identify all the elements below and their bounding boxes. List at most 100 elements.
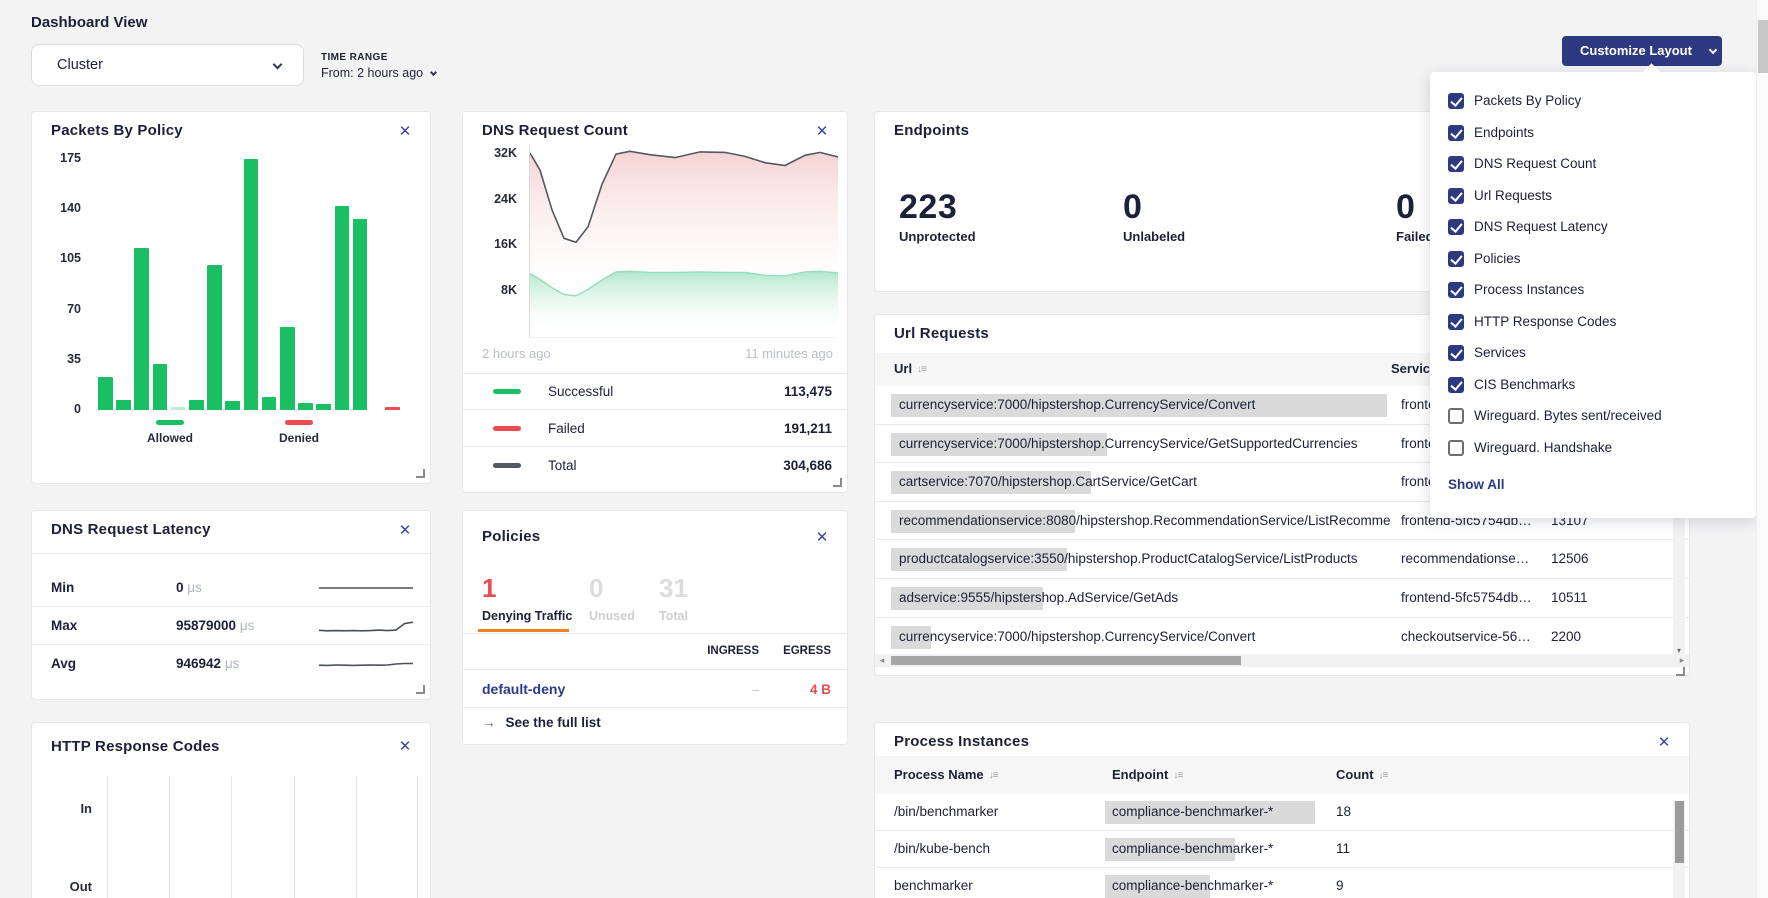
unused-count: 0 xyxy=(589,573,603,604)
checkbox-unchecked-icon[interactable] xyxy=(1448,408,1464,424)
row-label-out: Out xyxy=(52,879,92,894)
menu-item-process-instances[interactable]: Process Instances xyxy=(1430,275,1756,307)
checkbox-checked-icon[interactable] xyxy=(1448,314,1464,330)
close-icon[interactable] xyxy=(396,123,414,141)
url-cell: recommendationservice:8080/hipstershop.R… xyxy=(899,513,1391,528)
column-header-process-name[interactable]: Process Name xyxy=(894,767,997,782)
service-cell: recommendationse… xyxy=(1401,551,1529,566)
row-label-in: In xyxy=(52,801,92,816)
latency-value: 95879000 μs xyxy=(176,618,254,633)
card-title: HTTP Response Codes xyxy=(51,738,220,755)
legend-value: 304,686 xyxy=(783,458,832,473)
legend-row: Failed191,211 xyxy=(463,410,847,447)
customize-layout-button[interactable]: Customize Layout xyxy=(1562,36,1722,66)
scrollbar-thumb[interactable] xyxy=(1675,801,1684,863)
bar xyxy=(207,265,222,410)
scroll-left-icon[interactable]: ◂ xyxy=(875,654,889,667)
endpoint-cell: compliance-benchmarker-* xyxy=(1112,878,1273,893)
menu-item-label: Wireguard. Bytes sent/received xyxy=(1474,408,1662,423)
menu-item-packets-by-policy[interactable]: Packets By Policy xyxy=(1430,86,1756,118)
checkbox-checked-icon[interactable] xyxy=(1448,251,1464,267)
close-icon[interactable] xyxy=(396,522,414,540)
checkbox-checked-icon[interactable] xyxy=(1448,377,1464,393)
table-row[interactable]: /bin/kube-benchcompliance-benchmarker-*1… xyxy=(875,831,1689,868)
resize-grip[interactable] xyxy=(416,685,425,694)
checkbox-checked-icon[interactable] xyxy=(1448,282,1464,298)
resize-grip[interactable] xyxy=(833,478,842,487)
view-selector-dropdown[interactable]: Cluster xyxy=(31,44,304,86)
bar xyxy=(353,219,368,410)
process-instances-card: Process Instances Process Name Endpoint … xyxy=(874,722,1690,898)
endpoint-cell: compliance-benchmarker-* xyxy=(1112,804,1273,819)
resize-grip[interactable] xyxy=(1676,667,1685,676)
stat-unprotected: 223 Unprotected xyxy=(899,188,976,244)
scrollbar-thumb[interactable] xyxy=(1758,20,1768,73)
policy-link-default-deny[interactable]: default-deny xyxy=(482,681,565,697)
column-header-ingress: INGRESS xyxy=(689,645,759,657)
time-range-value[interactable]: From: 2 hours ago xyxy=(321,66,436,80)
resize-grip[interactable] xyxy=(416,469,425,478)
scroll-right-icon[interactable]: ▸ xyxy=(1675,654,1689,667)
close-icon[interactable] xyxy=(396,738,414,756)
latency-label: Min xyxy=(51,580,74,595)
bar xyxy=(385,407,400,410)
checkbox-checked-icon[interactable] xyxy=(1448,125,1464,141)
total-count: 31 xyxy=(659,573,688,604)
page-scrollbar[interactable] xyxy=(1756,0,1768,898)
checkbox-unchecked-icon[interactable] xyxy=(1448,440,1464,456)
checkbox-checked-icon[interactable] xyxy=(1448,345,1464,361)
time-range-label: TIME RANGE xyxy=(321,52,388,63)
column-header-url[interactable]: Url xyxy=(894,361,926,376)
count-cell: 11 xyxy=(1336,841,1350,856)
menu-item-dns-request-latency[interactable]: DNS Request Latency xyxy=(1430,212,1756,244)
menu-item-http-response-codes[interactable]: HTTP Response Codes xyxy=(1430,307,1756,339)
scrollbar-thumb[interactable] xyxy=(891,656,1241,665)
menu-item-endpoints[interactable]: Endpoints xyxy=(1430,118,1756,150)
checkbox-checked-icon[interactable] xyxy=(1448,188,1464,204)
latency-value: 0 μs xyxy=(176,580,202,595)
table-row[interactable]: currencyservice:7000/hipstershop.Currenc… xyxy=(875,618,1689,657)
tab-denying-traffic[interactable]: Denying Traffic xyxy=(482,609,572,623)
y-tick: 175 xyxy=(47,151,81,165)
menu-item-services[interactable]: Services xyxy=(1430,338,1756,370)
bar xyxy=(134,248,149,410)
see-full-list-link[interactable]: See the full list xyxy=(482,715,601,730)
http-response-codes-card: HTTP Response Codes In Out xyxy=(31,722,431,898)
close-icon[interactable] xyxy=(813,529,831,547)
menu-item-url-requests[interactable]: Url Requests xyxy=(1430,181,1756,213)
bar xyxy=(316,404,331,410)
menu-item-dns-request-count[interactable]: DNS Request Count xyxy=(1430,149,1756,181)
y-tick: 35 xyxy=(47,352,81,366)
latency-value: 946942 μs xyxy=(176,656,239,671)
menu-item-wireguard-handshake[interactable]: Wireguard. Handshake xyxy=(1430,433,1756,465)
bar xyxy=(262,397,277,410)
sort-icon xyxy=(1173,770,1182,781)
column-header-endpoint[interactable]: Endpoint xyxy=(1112,767,1182,782)
table-row[interactable]: /bin/benchmarkercompliance-benchmarker-*… xyxy=(875,794,1689,831)
x-label-left: 2 hours ago xyxy=(482,346,551,361)
chevron-down-icon xyxy=(430,69,437,76)
dns-area-chart xyxy=(529,146,837,338)
horizontal-scrollbar[interactable]: ◂ ▸ xyxy=(875,654,1689,667)
tab-unused[interactable]: Unused xyxy=(589,609,635,623)
bar xyxy=(280,327,295,410)
menu-item-wireguard-bytes-sent-received[interactable]: Wireguard. Bytes sent/received xyxy=(1430,401,1756,433)
tab-total[interactable]: Total xyxy=(659,609,688,623)
close-icon[interactable] xyxy=(1655,734,1673,752)
service-cell: frontend-5fc5754db… xyxy=(1401,590,1532,605)
column-header-count[interactable]: Count xyxy=(1336,767,1387,782)
bar xyxy=(153,364,168,410)
menu-item-policies[interactable]: Policies xyxy=(1430,244,1756,276)
menu-item-cis-benchmarks[interactable]: CIS Benchmarks xyxy=(1430,370,1756,402)
table-row[interactable]: productcatalogservice:3550/hipstershop.P… xyxy=(875,540,1689,579)
y-tick: 8K xyxy=(477,283,517,297)
bar xyxy=(116,400,131,410)
close-icon[interactable] xyxy=(813,123,831,141)
checkbox-checked-icon[interactable] xyxy=(1448,93,1464,109)
checkbox-checked-icon[interactable] xyxy=(1448,156,1464,172)
table-row[interactable]: benchmarkercompliance-benchmarker-*9 xyxy=(875,868,1689,898)
checkbox-checked-icon[interactable] xyxy=(1448,219,1464,235)
table-row[interactable]: adservice:9555/hipstershop.AdService/Get… xyxy=(875,579,1689,618)
show-all-link[interactable]: Show All xyxy=(1448,477,1505,492)
vertical-scrollbar[interactable] xyxy=(1673,801,1685,898)
